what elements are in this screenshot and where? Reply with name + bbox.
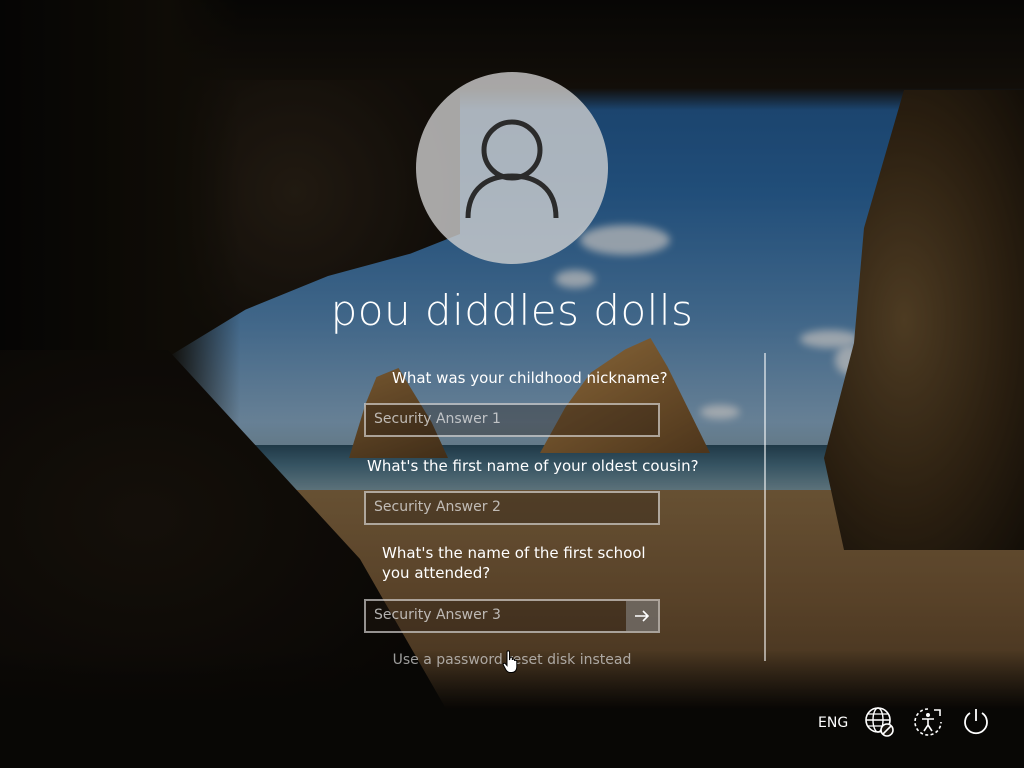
network-icon[interactable] xyxy=(864,706,896,738)
divider xyxy=(764,353,766,661)
security-answer-1-field[interactable] xyxy=(364,403,660,437)
user-avatar xyxy=(416,72,608,264)
language-indicator[interactable]: ENG xyxy=(818,715,848,731)
ease-of-access-icon[interactable] xyxy=(912,706,944,738)
hand-cursor-icon xyxy=(502,650,518,673)
security-question-1: What was your childhood nickname? xyxy=(392,369,668,387)
security-answer-1-input[interactable] xyxy=(374,411,650,427)
security-question-3: What's the name of the first school you … xyxy=(382,544,646,582)
security-answer-2-field[interactable] xyxy=(364,491,660,525)
security-question-2: What's the first name of your oldest cou… xyxy=(367,457,699,475)
arrow-right-icon xyxy=(635,610,650,622)
submit-button[interactable] xyxy=(626,601,658,631)
security-answer-3-input[interactable] xyxy=(374,607,650,623)
security-answer-3-field[interactable] xyxy=(364,599,660,633)
security-answer-2-input[interactable] xyxy=(374,499,650,515)
user-name: pou diddles dolls xyxy=(330,286,694,335)
power-icon[interactable] xyxy=(960,706,992,738)
user-icon xyxy=(465,119,559,219)
